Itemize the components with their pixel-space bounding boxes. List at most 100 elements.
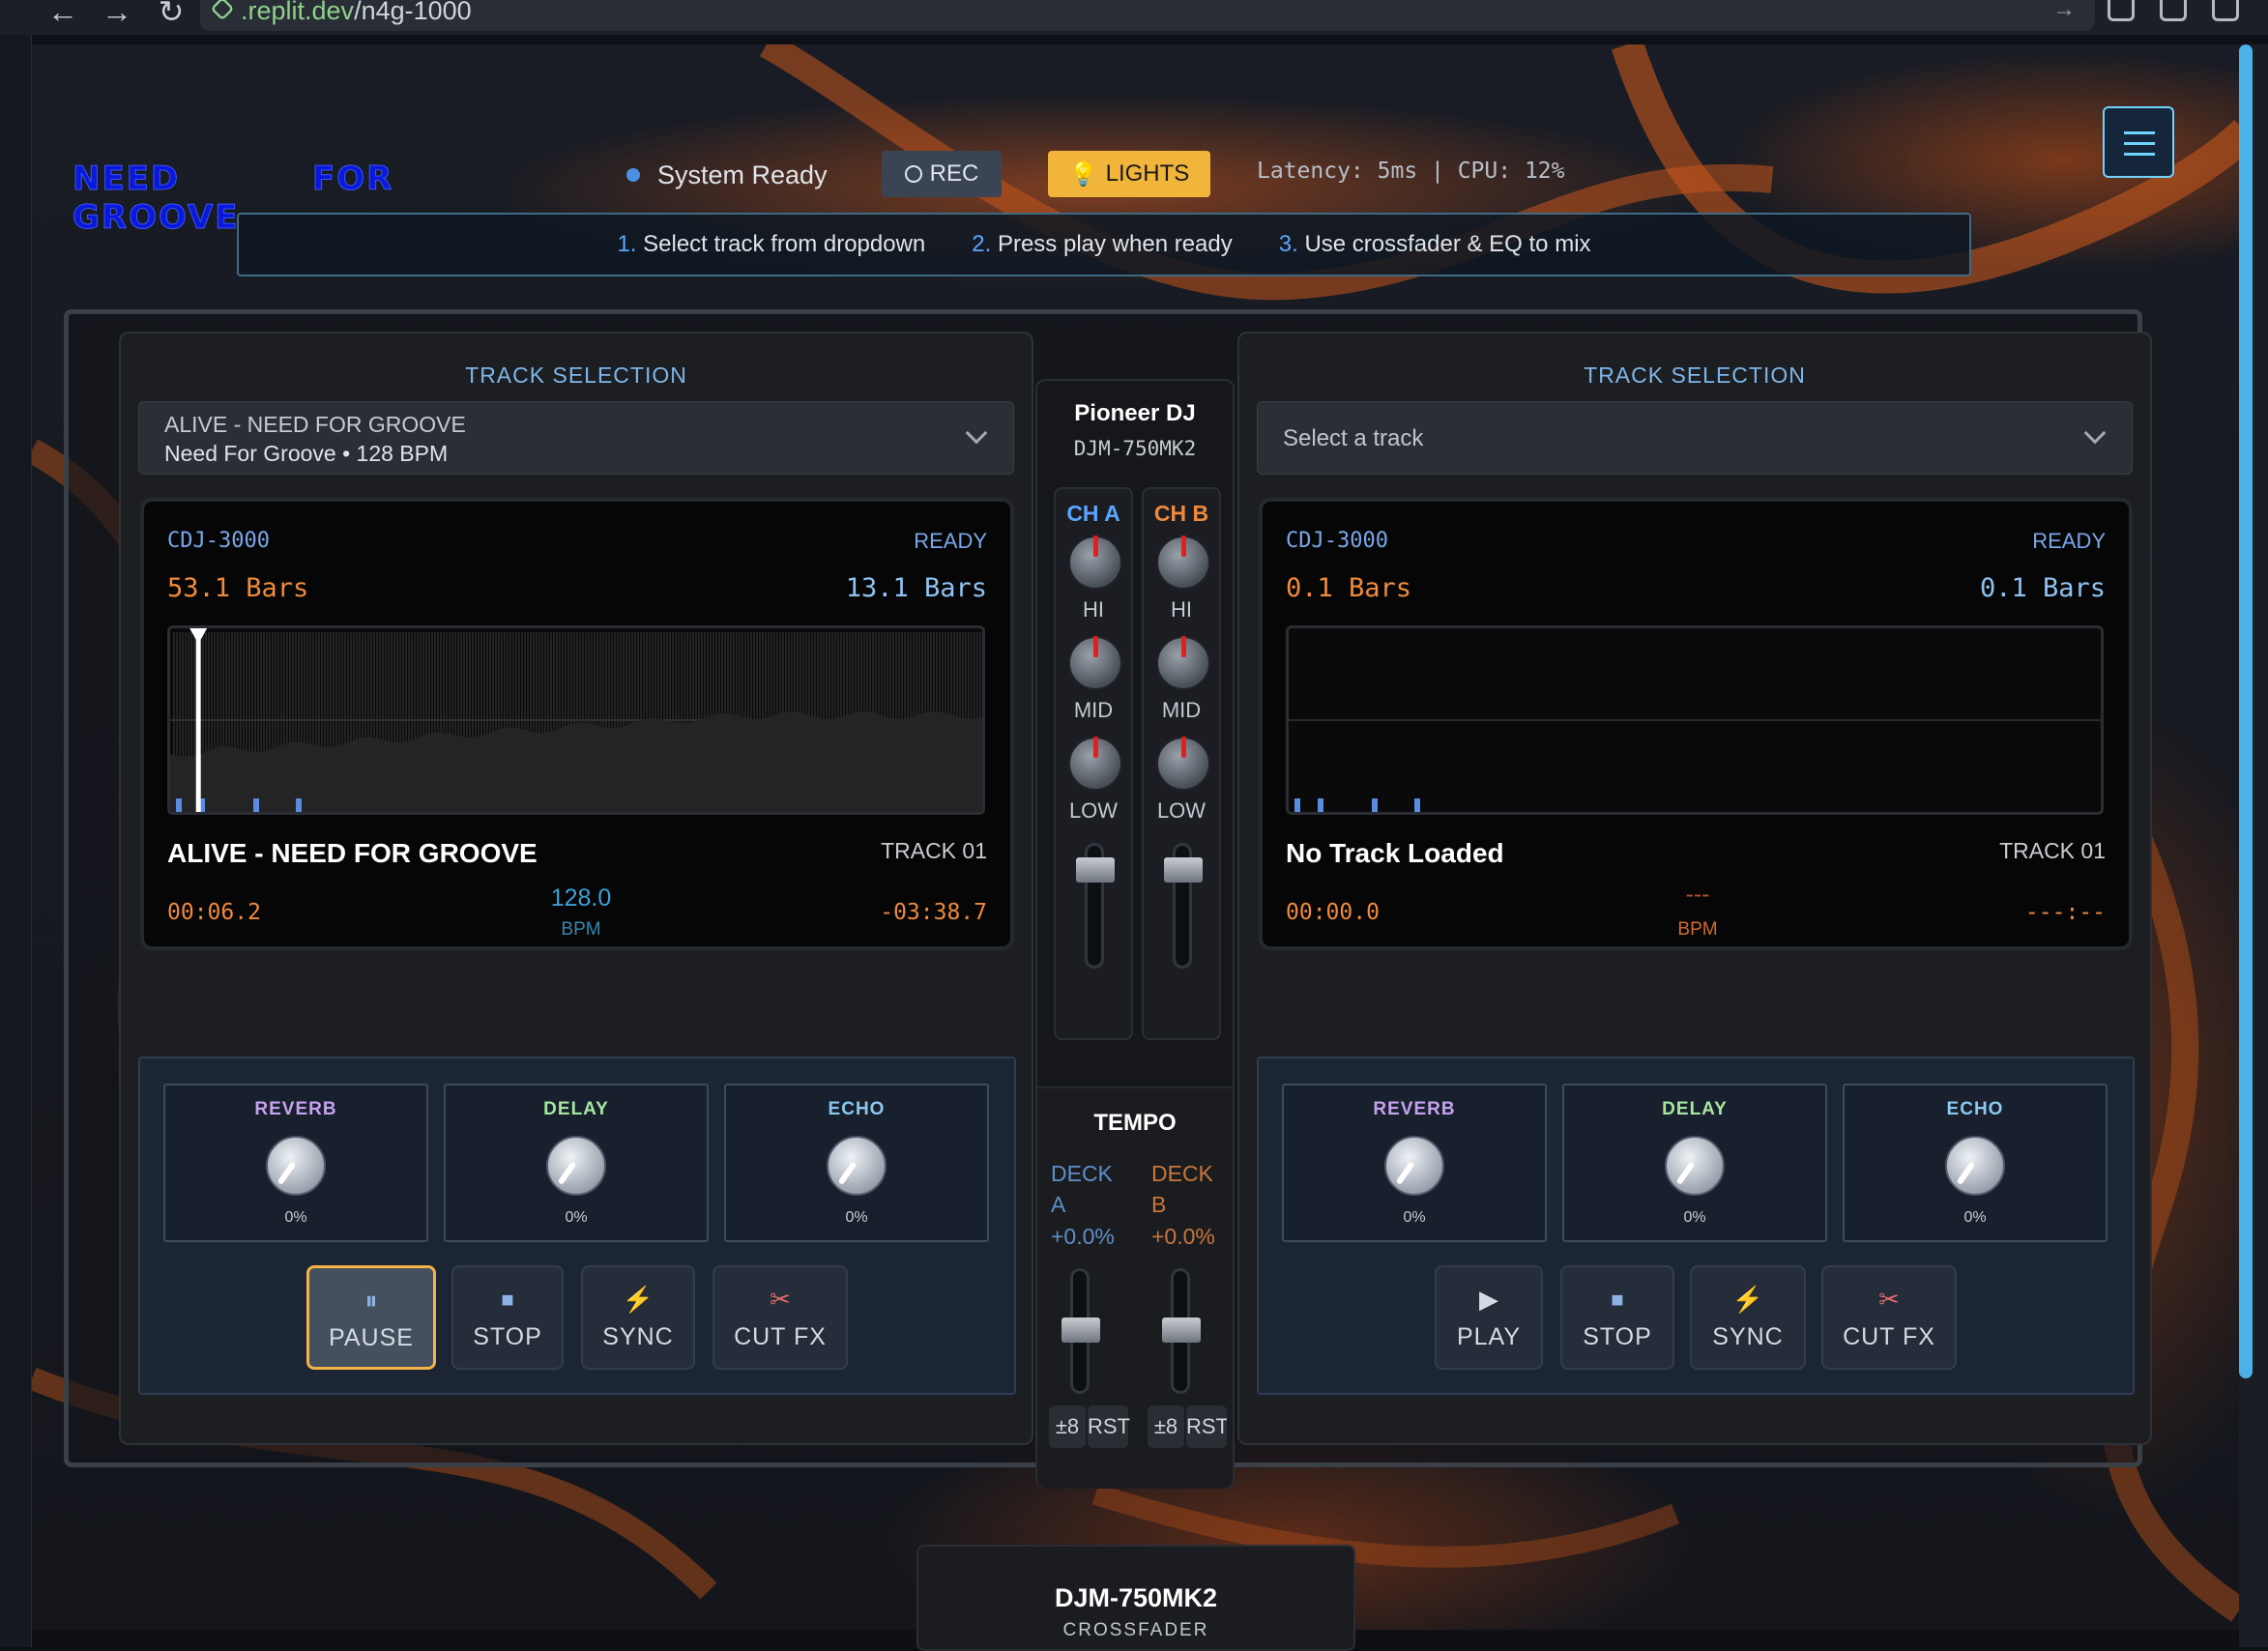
channel-a: CH A HI MID LOW [1054,487,1133,1040]
reload-icon[interactable]: ↻ [155,0,188,27]
fader-cap[interactable] [1164,857,1203,883]
cue-marker [253,798,259,812]
tempo-reset-a-button[interactable]: RST [1088,1405,1130,1448]
tempo-reset-b-button[interactable]: RST [1186,1405,1227,1448]
waveform-body [170,711,982,812]
tempo-range-b-button[interactable]: ±8 [1148,1405,1184,1448]
eq-mid-knob[interactable] [1156,636,1210,690]
eq-low-knob[interactable] [1156,737,1210,791]
mixer: Pioneer DJ DJM-750MK2 CH A HI MID LOW CH… [1035,379,1235,1489]
button-label: SYNC [1712,1323,1784,1350]
channel-fader[interactable] [1076,843,1115,969]
delay-knob[interactable] [546,1136,606,1196]
waveform[interactable] [167,625,985,815]
fx-name: DELAY [1662,1099,1728,1119]
forward-icon[interactable]: → [101,0,133,27]
player-state: READY [914,529,987,553]
eq-hi-knob[interactable] [1156,536,1210,590]
fx-name: REVERB [254,1099,337,1119]
logo-word-need: NEED [72,159,181,199]
channel-name: CH B [1153,501,1209,526]
echo-knob[interactable] [827,1136,887,1196]
fx-reverb: REVERB 0% [1282,1084,1547,1242]
cdj-screen: CDJ-3000 READY 53.1 Bars 13.1 Bars ALIVE… [140,498,1014,950]
player-model: CDJ-3000 [1286,529,1388,553]
button-label: PLAY [1456,1323,1522,1350]
track-select-dropdown[interactable]: Select a track [1257,401,2133,475]
stop-icon: ⏹ [1611,1285,1624,1314]
back-icon[interactable]: ← [46,0,79,27]
cue-marker [296,798,302,812]
track-select-dropdown[interactable]: ALIVE - NEED FOR GROOVE Need For Groove … [138,401,1014,475]
cut-fx-button[interactable]: ✂ CUT FX [712,1265,848,1370]
echo-knob[interactable] [1945,1136,2005,1196]
fader-cap[interactable] [1061,1318,1100,1343]
eq-hi-knob[interactable] [1068,536,1122,590]
fx-echo: ECHO 0% [1843,1084,2108,1242]
external-link-icon[interactable] [2212,0,2239,21]
stop-button[interactable]: ⏹ STOP [1560,1265,1674,1370]
cue-marker [1414,798,1420,812]
fx-name: DELAY [543,1099,609,1119]
eq-low-knob[interactable] [1068,737,1122,791]
waveform[interactable] [1286,625,2104,815]
scrollbar-thumb[interactable] [2239,44,2253,1378]
fx-name: ECHO [828,1099,886,1119]
tempo-fader-a[interactable] [1061,1268,1100,1394]
fx-echo: ECHO 0% [724,1084,989,1242]
pause-button[interactable]: ⏸ PAUSE [306,1265,436,1370]
play-button[interactable]: ▶ PLAY [1435,1265,1543,1370]
fader-cap[interactable] [1162,1318,1201,1343]
fader-cap[interactable] [1076,857,1115,883]
tempo-range-a-button[interactable]: ±8 [1049,1405,1086,1448]
chevron-down-icon [965,421,988,445]
elapsed-time: 00:06.2 [167,900,261,925]
fx-value: 0% [1963,1209,1987,1226]
scissors-icon: ✂ [1878,1285,1900,1314]
bars-elapsed: 53.1 Bars [167,573,309,603]
bars-remaining: 0.1 Bars [1979,573,2106,603]
elapsed-time: 00:00.0 [1286,900,1380,925]
sync-button[interactable]: ⚡ SYNC [1690,1265,1806,1370]
channel-fader[interactable] [1164,843,1203,969]
address-bar[interactable]: .replit.dev/n4g-1000 → [200,0,2095,31]
monitor-icon[interactable] [2108,0,2135,21]
tempo-deck-a-label: DECK A [1051,1161,1113,1217]
fx-delay: DELAY 0% [444,1084,709,1242]
delay-knob[interactable] [1665,1136,1725,1196]
reverb-knob[interactable] [266,1136,326,1196]
reverb-knob[interactable] [1384,1136,1444,1196]
instruction-1: 1. Select track from dropdown [617,231,926,257]
crossfader-subtitle: CROSSFADER [1062,1620,1209,1640]
remaining-time: -03:38.7 [880,900,987,925]
go-arrow-icon[interactable]: → [2052,0,2076,23]
fx-value: 0% [565,1209,588,1226]
deck-b: TRACK SELECTION Select a track CDJ-3000 … [1237,332,2152,1445]
browser-toolbar: ← → ↻ .replit.dev/n4g-1000 → [0,0,2268,35]
lightning-icon: ⚡ [622,1285,654,1314]
bpm-label: BPM [561,919,601,940]
lightning-icon: ⚡ [1731,1285,1764,1314]
cut-fx-button[interactable]: ✂ CUT FX [1821,1265,1957,1370]
rec-button[interactable]: REC [882,151,1002,197]
eq-mid-knob[interactable] [1068,636,1122,690]
track-selection-label: TRACK SELECTION [1584,362,1806,388]
instructions-bar: 1. Select track from dropdown 2. Press p… [237,213,1971,276]
fx-value: 0% [1403,1209,1426,1226]
channel-b: CH B HI MID LOW [1142,487,1221,1040]
logo-word-groove: GROOVE [73,198,240,238]
eq-label: MID [1161,698,1202,722]
track-selection-label: TRACK SELECTION [465,362,687,388]
lights-button[interactable]: 💡 LIGHTS [1048,151,1210,197]
wrench-icon[interactable] [2160,0,2187,21]
tempo-fader-b[interactable] [1162,1268,1201,1394]
eq-label: LOW [1068,798,1119,823]
performance-stats: Latency: 5ms | CPU: 12% [1257,159,1565,184]
track-title: No Track Loaded [1286,838,1504,868]
channel-name: CH A [1066,501,1120,526]
stop-button[interactable]: ⏹ STOP [451,1265,564,1370]
instruction-3: 3. Use crossfader & EQ to mix [1278,231,1591,257]
menu-button[interactable] [2103,106,2174,178]
sync-button[interactable]: ⚡ SYNC [581,1265,695,1370]
track-title: ALIVE - NEED FOR GROOVE [167,838,538,868]
